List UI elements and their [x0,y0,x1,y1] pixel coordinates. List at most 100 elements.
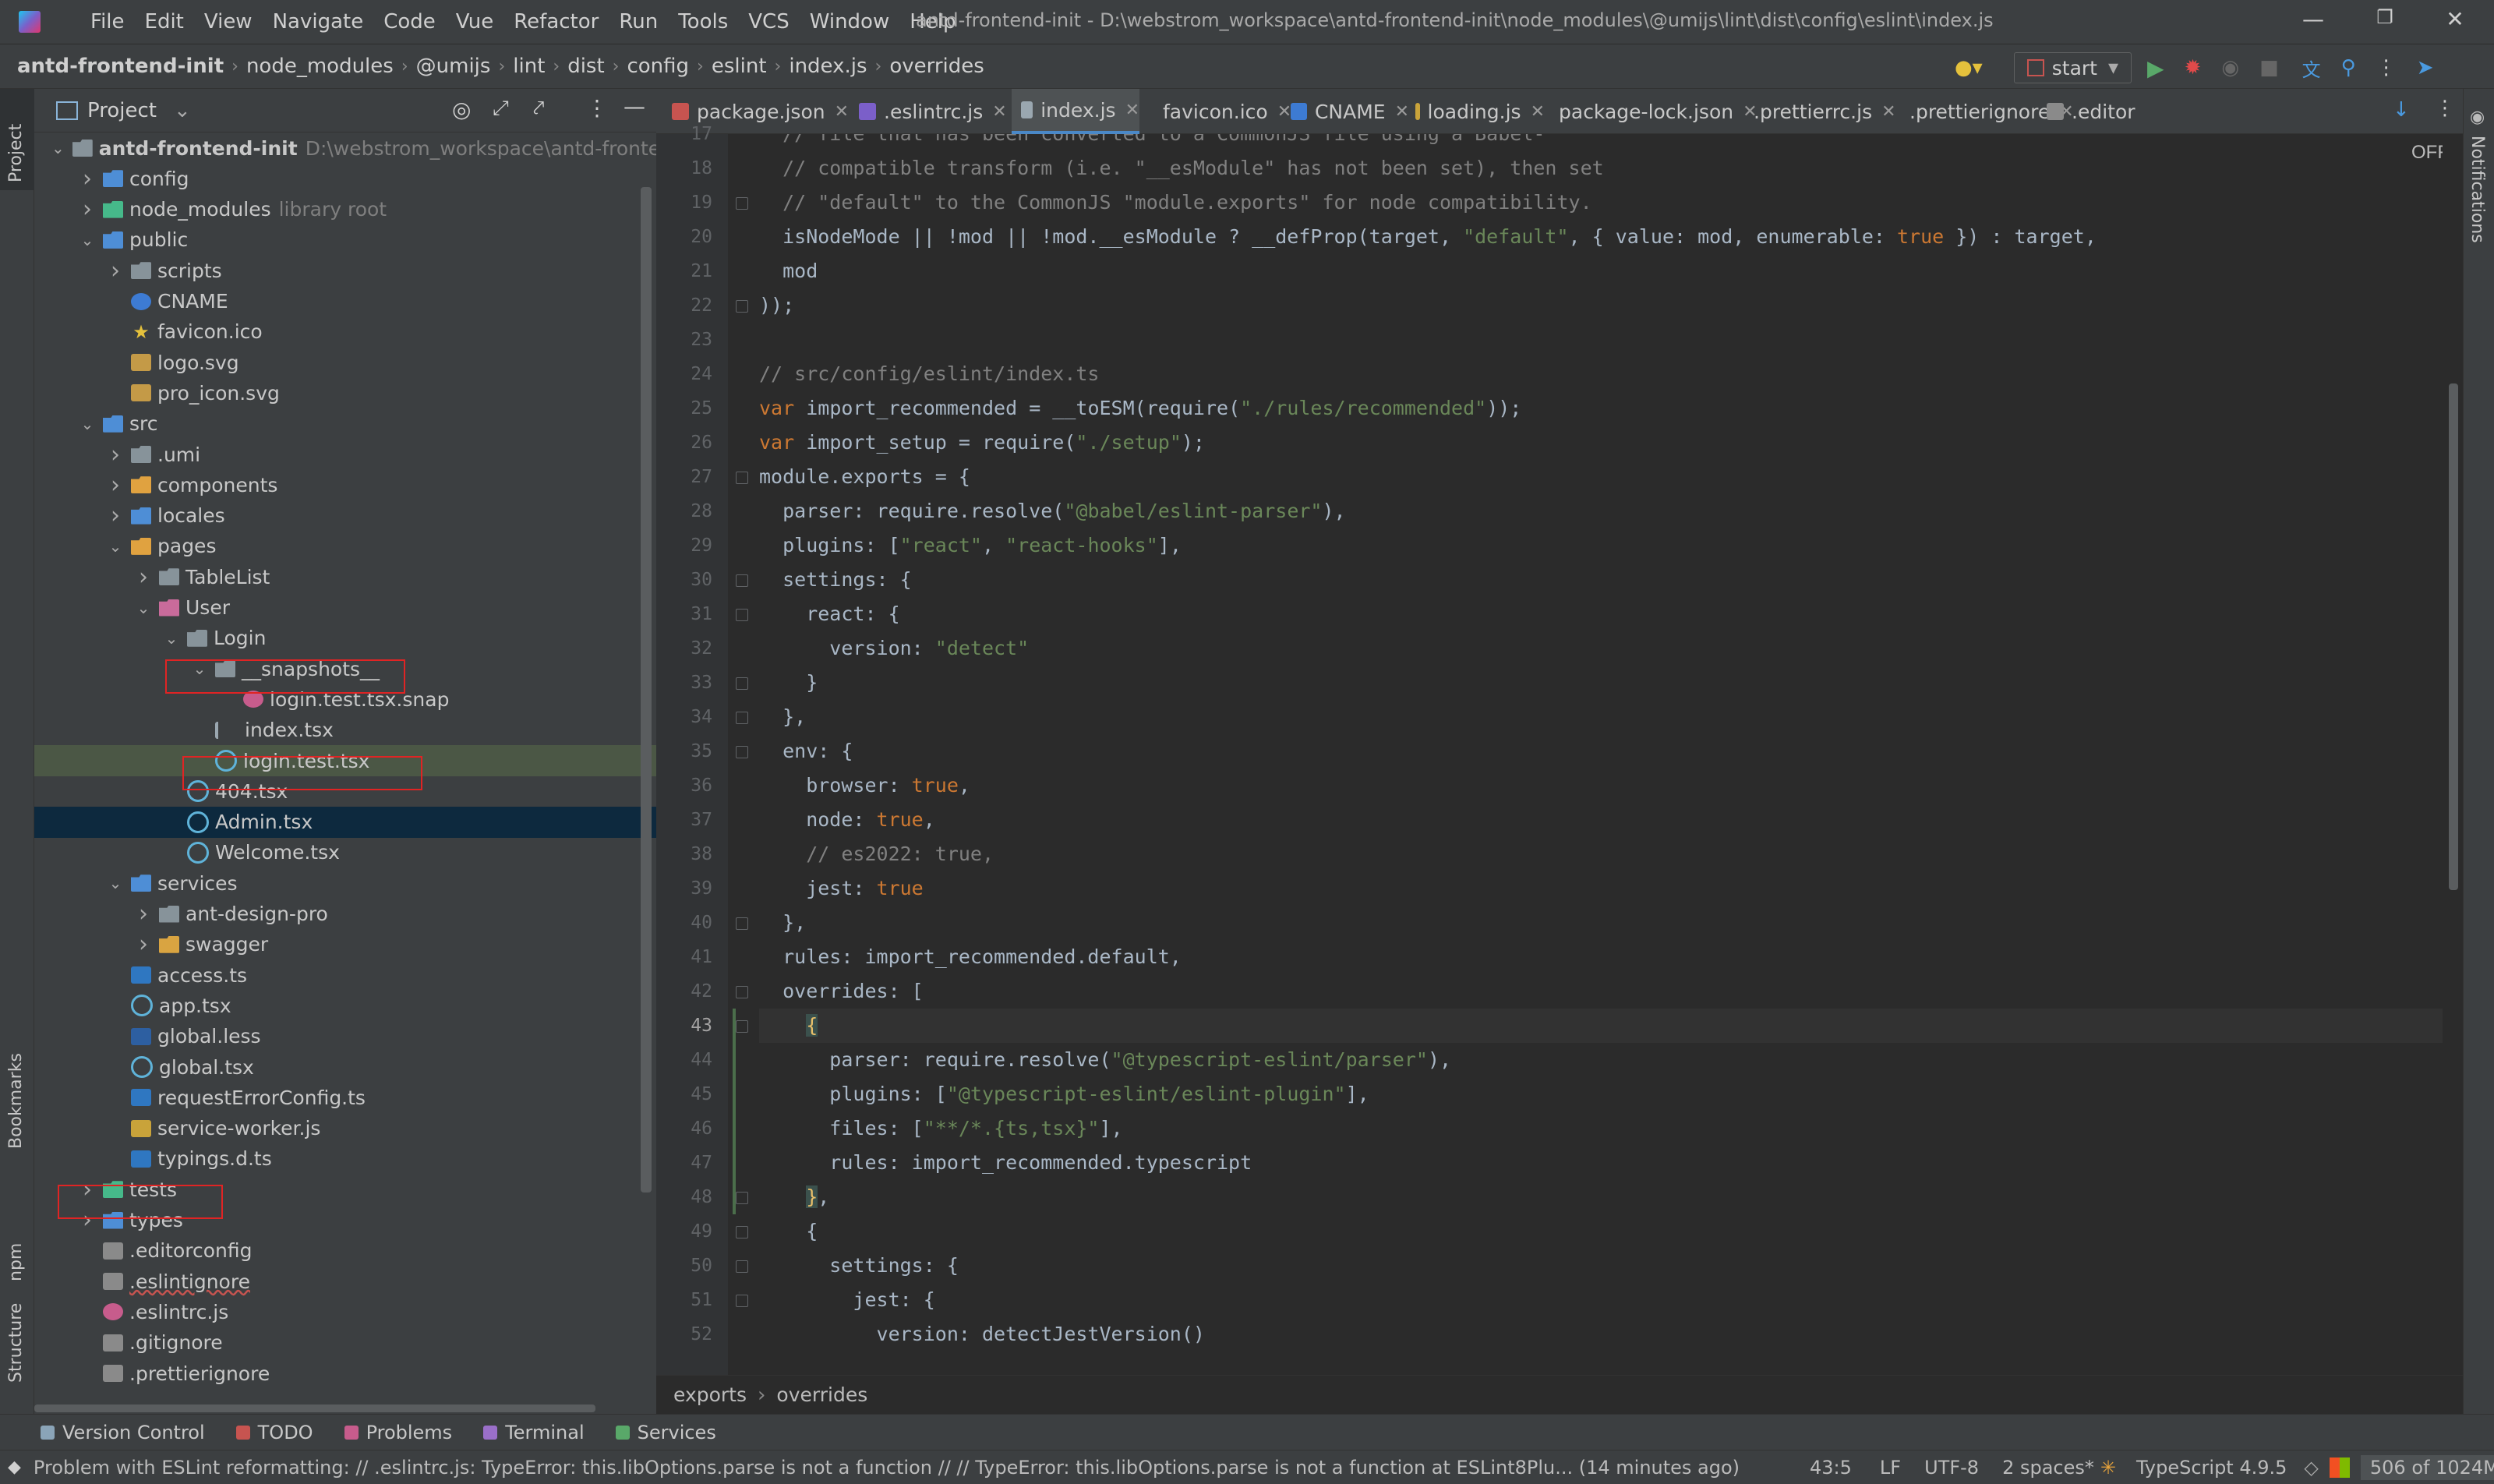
chevron-down-icon[interactable]: ⌄ [79,231,95,249]
line-number[interactable]: 33 [691,673,712,693]
tree-item[interactable]: ⌄ User [34,592,656,624]
menu-vcs[interactable]: VCS [748,10,789,34]
options-icon[interactable]: ⋮ [586,95,608,121]
tree-item[interactable]: global.less [34,1021,656,1052]
tree-item[interactable]: logo.svg [34,347,656,378]
more-icon[interactable]: ⋮ [2376,56,2397,80]
tree-item[interactable]: › locales [34,500,656,532]
breadcrumb-item[interactable]: antd-frontend-init [17,55,224,78]
line-number[interactable]: 46 [691,1118,712,1139]
editor-scroll-thumb[interactable] [2449,383,2458,890]
project-tool-label[interactable]: Project [6,124,26,182]
breadcrumb-item[interactable]: node_modules [246,55,394,78]
language-version[interactable]: TypeScript 4.9.5 [2136,1457,2287,1479]
run-icon[interactable]: ▶ [2147,55,2164,81]
menu-navigate[interactable]: Navigate [273,10,364,34]
fold-marker-icon[interactable] [736,917,748,930]
breadcrumb-item[interactable]: eslint [712,55,767,78]
tree-item[interactable]: ⌄ src [34,408,656,440]
line-number[interactable]: 23 [691,330,712,350]
chevron-right-icon[interactable]: › [79,165,95,193]
line-number[interactable]: 47 [691,1153,712,1173]
line-number[interactable]: 25 [691,398,712,419]
chevron-down-icon[interactable]: ⌄ [51,139,65,157]
tree-item[interactable]: ★ favicon.ico [34,316,656,348]
line-number[interactable]: 18 [691,158,712,178]
fold-marker-icon[interactable] [736,677,748,690]
fold-marker-icon[interactable] [736,1226,748,1238]
menu-refactor[interactable]: Refactor [514,10,599,34]
menu-run[interactable]: Run [619,10,658,34]
line-number[interactable]: 50 [691,1256,712,1276]
line-number[interactable]: 38 [691,844,712,864]
tab-index-js[interactable]: index.js ✕ [1012,89,1139,134]
structure-tool-label[interactable]: Structure [6,1303,26,1383]
code-editor[interactable]: OFF // file that has been converted to a… [759,134,2443,1375]
breadcrumb-item[interactable]: overrides [889,55,984,78]
tree-item[interactable]: .eslintignore [34,1266,656,1297]
close-tab-icon[interactable]: ✕ [992,102,1006,122]
line-number[interactable]: 42 [691,981,712,1002]
chevron-right-icon[interactable]: › [136,564,151,591]
inspection-toggle[interactable]: OFF [2411,142,2443,164]
fold-marker-icon[interactable] [736,986,748,998]
project-view-title[interactable]: Project [87,99,157,122]
tree-item[interactable]: › ant-design-pro [34,899,656,930]
line-number[interactable]: 49 [691,1221,712,1242]
tree-vertical-scrollbar[interactable] [641,187,652,1192]
line-number[interactable]: 17 [691,124,712,144]
editor-breadcrumb-item[interactable]: overrides [776,1383,867,1406]
tree-item[interactable]: CNAME [34,286,656,317]
tree-item[interactable]: Welcome.tsx [34,837,656,868]
breadcrumb-item[interactable]: index.js [789,55,867,78]
hammer-icon[interactable]: ✳ [2100,1457,2116,1479]
fold-marker-icon[interactable] [736,712,748,724]
tool-tab-todo[interactable]: TODO [235,1422,313,1443]
tree-item[interactable]: .editorconfig [34,1235,656,1267]
notifications-bell-icon[interactable]: ◉ [2470,108,2485,127]
fold-marker-icon[interactable] [736,472,748,484]
line-number[interactable]: 31 [691,604,712,624]
line-separator[interactable]: LF [1880,1457,1901,1479]
fold-marker-icon[interactable] [736,300,748,313]
memory-indicator[interactable]: 506 of 1024M [2360,1455,2494,1480]
menu-view[interactable]: View [204,10,253,34]
chevron-down-icon[interactable]: ⌄ [174,99,191,122]
hide-panel-icon[interactable]: — [624,94,645,119]
line-number[interactable]: 22 [691,295,712,316]
tab-favicon-ico[interactable]: favicon.ico ✕ [1146,89,1291,134]
coverage-icon[interactable]: ◉ [2221,56,2239,80]
tree-item[interactable]: requestErrorConfig.ts [34,1082,656,1113]
chevron-right-icon[interactable]: › [136,900,151,928]
tab-package-lock-json[interactable]: package-lock.json ✕ [1542,89,1757,134]
line-number[interactable]: 34 [691,707,712,727]
line-number[interactable]: 36 [691,776,712,796]
warning-icon[interactable]: ◆ [8,1458,21,1477]
tree-item[interactable]: typings.d.ts [34,1143,656,1175]
close-icon[interactable]: ✕ [2439,6,2471,37]
chevron-right-icon[interactable]: › [136,931,151,958]
tree-item[interactable]: › node_modules library root [34,194,656,225]
tree-item[interactable]: pro_icon.svg [34,377,656,408]
tree-item[interactable]: › .umi [34,439,656,470]
line-number[interactable]: 27 [691,467,712,487]
fold-marker-icon[interactable] [736,197,748,210]
line-number[interactable]: 37 [691,810,712,830]
tree-item[interactable]: › scripts [34,255,656,286]
chevron-right-icon[interactable]: › [108,502,123,529]
editor-breadcrumb-item[interactable]: exports [673,1383,747,1406]
menu-edit[interactable]: Edit [145,10,184,34]
tree-item[interactable]: service-worker.js [34,1113,656,1144]
tree-item[interactable]: › swagger [34,929,656,960]
fold-marker-icon[interactable] [736,574,748,587]
tree-item[interactable]: ⌄ services [34,867,656,899]
line-number[interactable]: 26 [691,433,712,453]
line-number[interactable]: 45 [691,1084,712,1104]
fold-marker-icon[interactable] [736,1260,748,1273]
tab-prettierignore[interactable]: .prettierignore ✕ [1892,89,2074,134]
run-config-select[interactable]: start ▾ [2013,52,2132,83]
search-icon[interactable]: ⚲ [2341,56,2356,80]
jetbrains-ai-icon[interactable]: ➤ [2417,56,2434,80]
fold-marker-icon[interactable] [736,1192,748,1204]
status-message[interactable]: Problem with ESLint reformatting: // .es… [34,1457,1740,1479]
